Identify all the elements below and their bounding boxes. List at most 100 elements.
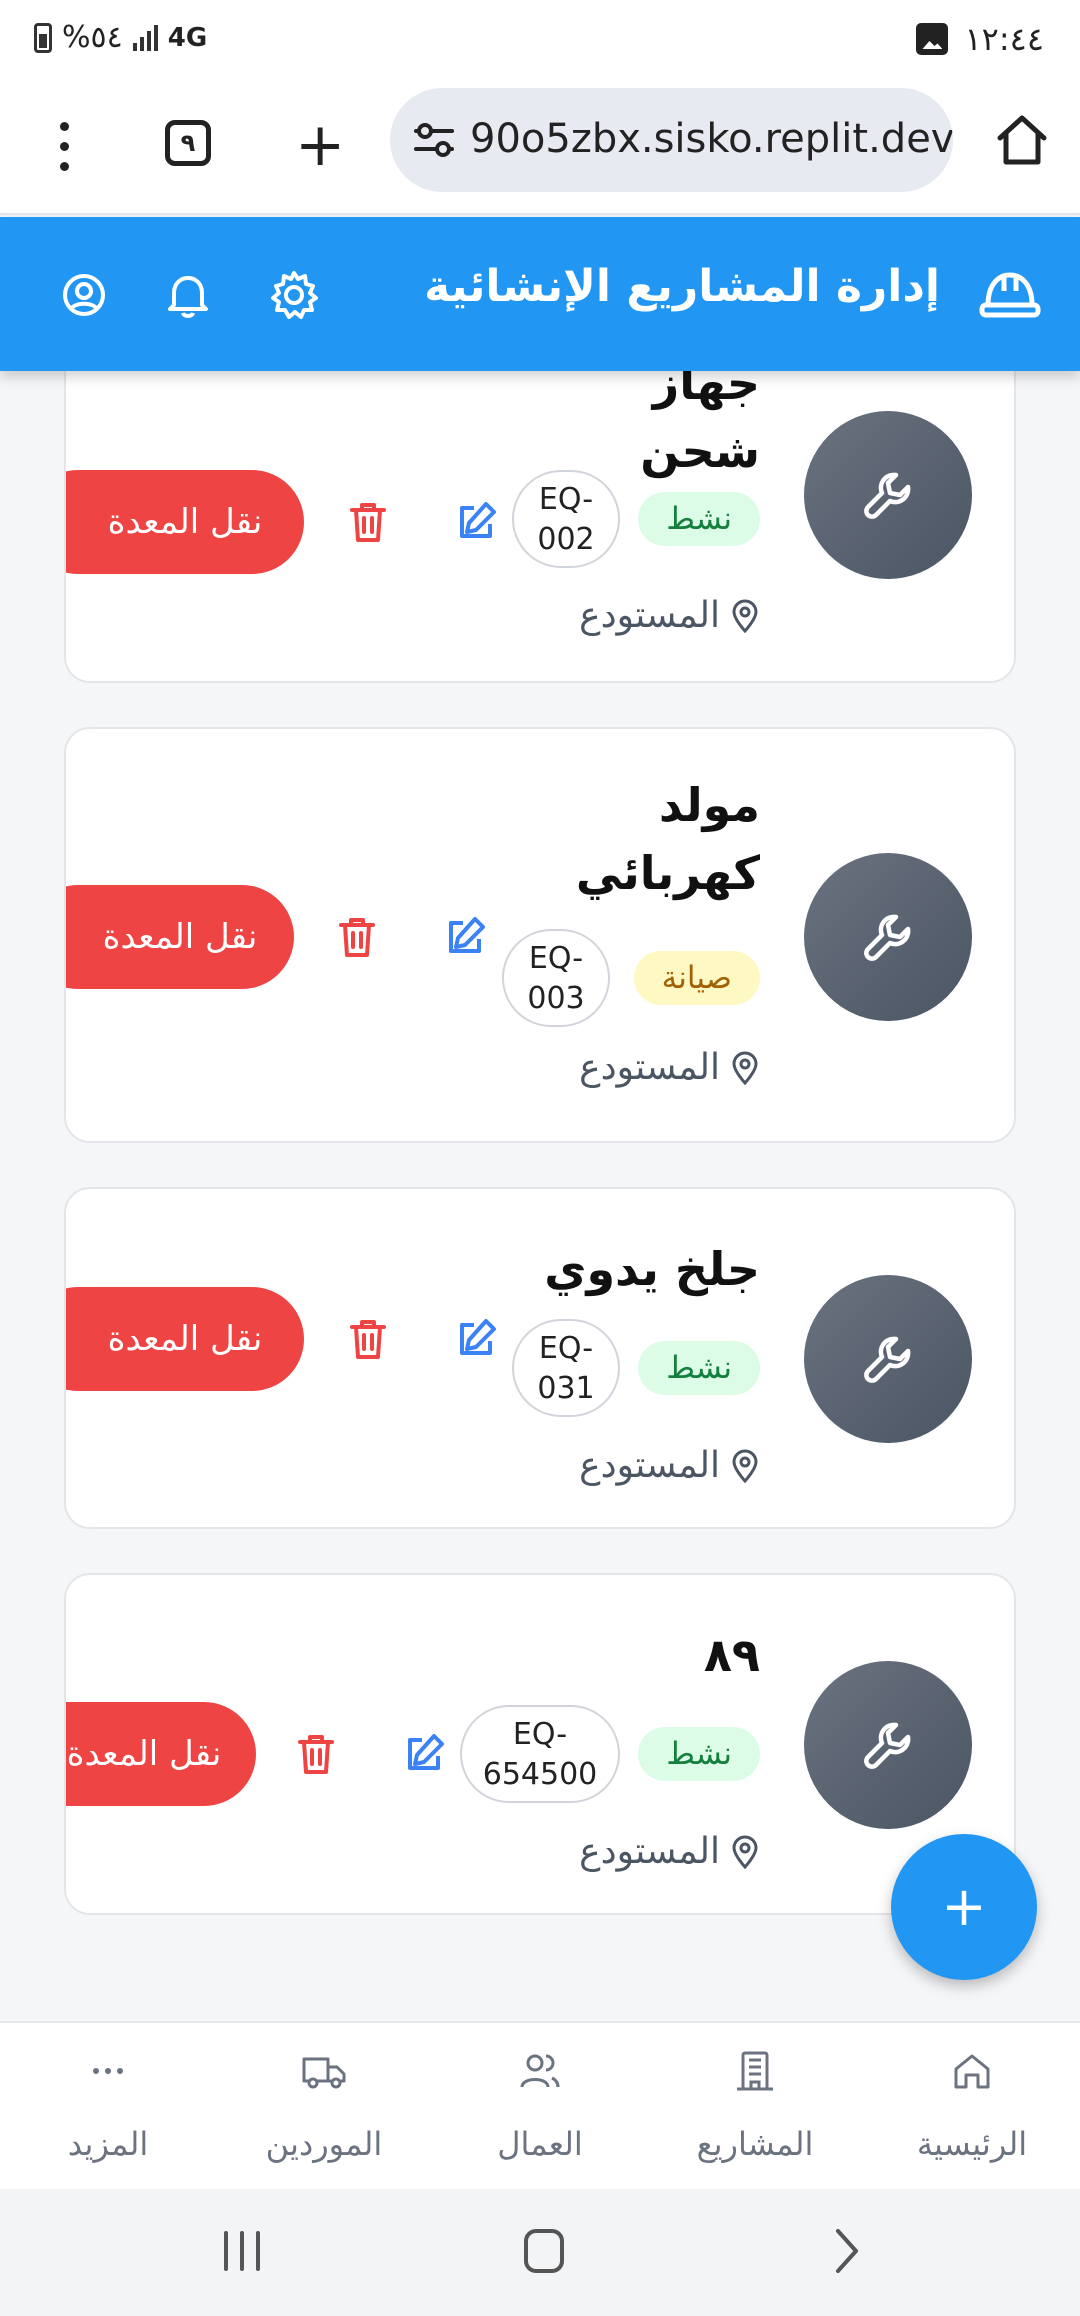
- wrench-icon: [864, 472, 911, 519]
- code-number: 031: [537, 1371, 595, 1406]
- gallery-icon: [916, 23, 949, 55]
- code-number: 654500: [482, 1757, 598, 1792]
- equipment-card: ٨٩ نشط EQ- 654500 نقل المعدة المستودع: [64, 1573, 1016, 1915]
- code-prefix: EQ-: [538, 1331, 594, 1366]
- account-icon[interactable]: [54, 265, 114, 325]
- site-settings-icon[interactable]: [412, 118, 456, 162]
- equipment-card: جهاز شحن نشط EQ- 002 نقل المعدة المستودع: [64, 371, 1016, 683]
- browser-toolbar: ٩ + 90o5zbx.sisko.replit.dev: [0, 80, 1080, 215]
- new-tab-button[interactable]: +: [295, 110, 345, 180]
- location-text: المستودع: [579, 1445, 720, 1486]
- edit-icon[interactable]: [441, 913, 489, 961]
- status-badge: صيانة: [633, 951, 760, 1005]
- equipment-name: ٨٩: [704, 1621, 760, 1689]
- equipment-code: EQ- 003: [502, 929, 610, 1027]
- edit-icon[interactable]: [452, 1315, 500, 1363]
- trash-icon[interactable]: [292, 1730, 340, 1778]
- map-pin-icon: [732, 1449, 758, 1483]
- equipment-card: مولد كهربائي صيانة EQ- 003 نقل المعدة ال…: [64, 727, 1016, 1143]
- bottom-navigation: الرئيسية المشاريع العمال الموردين المزيد: [0, 2021, 1080, 2189]
- status-bar: %٥٤ 4G ١٢:٤٤: [0, 0, 1080, 80]
- more-icon: [93, 2068, 123, 2074]
- equipment-name-line: جلخ يدوي: [544, 1242, 760, 1296]
- code-prefix: EQ-: [528, 941, 584, 976]
- equipment-name-line: شحن: [640, 424, 760, 478]
- tab-switcher-button[interactable]: ٩: [165, 120, 211, 166]
- trash-icon[interactable]: [344, 1315, 392, 1363]
- equipment-card: جلخ يدوي نشط EQ- 031 نقل المعدة المستودع: [64, 1187, 1016, 1529]
- equipment-avatar: [804, 411, 972, 579]
- add-equipment-button[interactable]: +: [891, 1834, 1037, 1980]
- equipment-code: EQ- 002: [512, 470, 620, 568]
- map-pin-icon: [732, 1835, 758, 1869]
- nav-label: الموردين: [265, 2125, 383, 2163]
- address-bar[interactable]: 90o5zbx.sisko.replit.dev: [390, 88, 953, 192]
- recent-apps-icon[interactable]: [202, 2219, 282, 2283]
- status-left: %٥٤ 4G: [34, 20, 207, 55]
- home-icon: [954, 2054, 990, 2089]
- equipment-code: EQ- 031: [512, 1319, 620, 1417]
- location: المستودع: [579, 595, 760, 636]
- nav-item-home[interactable]: الرئيسية: [872, 2043, 1072, 2183]
- clock: ١٢:٤٤: [964, 20, 1044, 58]
- nav-label: الرئيسية: [916, 2125, 1028, 2163]
- home-icon[interactable]: [992, 110, 1052, 170]
- nav-item-more[interactable]: المزيد: [8, 2043, 208, 2183]
- equipment-name: مولد كهربائي: [576, 771, 760, 907]
- nav-item-projects[interactable]: المشاريع: [655, 2043, 855, 2183]
- equipment-name-line: مولد: [658, 778, 760, 832]
- users-icon: [520, 2054, 560, 2088]
- bell-icon[interactable]: [158, 265, 218, 325]
- status-badge: نشط: [638, 492, 760, 546]
- wrench-icon: [864, 1722, 911, 1769]
- location-text: المستودع: [579, 1831, 720, 1872]
- wrench-icon: [864, 914, 911, 961]
- equipment-avatar: [804, 1661, 972, 1829]
- code-number: 002: [537, 522, 595, 557]
- nav-label: المزيد: [67, 2125, 149, 2163]
- equipment-name-line: كهربائي: [575, 846, 760, 900]
- equipment-list[interactable]: جهاز شحن نشط EQ- 002 نقل المعدة المستودع…: [0, 371, 1080, 2021]
- app-header: إدارة المشاريع الإنشائية: [0, 217, 1080, 371]
- equipment-code: EQ- 654500: [460, 1705, 620, 1803]
- nav-label: العمال: [497, 2125, 583, 2163]
- map-pin-icon: [732, 599, 758, 633]
- location: المستودع: [579, 1831, 760, 1872]
- trash-icon[interactable]: [333, 913, 381, 961]
- settings-icon[interactable]: [264, 265, 324, 325]
- nav-item-workers[interactable]: العمال: [440, 2043, 640, 2183]
- nav-label: المشاريع: [696, 2125, 814, 2163]
- truck-icon: [302, 2057, 346, 2089]
- edit-icon[interactable]: [452, 498, 500, 546]
- status-badge: نشط: [638, 1727, 760, 1781]
- home-nav-icon[interactable]: [504, 2219, 584, 2283]
- edit-icon[interactable]: [400, 1730, 448, 1778]
- url-text: 90o5zbx.sisko.replit.dev: [470, 116, 953, 162]
- trash-icon[interactable]: [344, 498, 392, 546]
- equipment-name-line: جهاز: [652, 371, 760, 410]
- nav-item-suppliers[interactable]: الموردين: [224, 2043, 424, 2183]
- move-equipment-button[interactable]: نقل المعدة: [66, 1287, 304, 1391]
- more-vert-icon[interactable]: [44, 116, 84, 176]
- move-equipment-button[interactable]: نقل المعدة: [66, 1702, 256, 1806]
- code-prefix: EQ-: [512, 1717, 568, 1752]
- code-prefix: EQ-: [538, 482, 594, 517]
- move-equipment-button[interactable]: نقل المعدة: [66, 885, 294, 989]
- equipment-avatar: [804, 1275, 972, 1443]
- code-number: 003: [527, 981, 585, 1016]
- back-icon[interactable]: [806, 2219, 886, 2283]
- map-pin-icon: [732, 1051, 758, 1085]
- move-equipment-button[interactable]: نقل المعدة: [66, 470, 304, 574]
- battery-level: %٥٤: [62, 20, 123, 55]
- location: المستودع: [579, 1047, 760, 1088]
- equipment-avatar: [804, 853, 972, 1021]
- wrench-icon: [864, 1336, 911, 1383]
- signal-icon: [132, 24, 158, 51]
- page-title: إدارة المشاريع الإنشائية: [424, 261, 940, 312]
- equipment-name: جلخ يدوي: [544, 1235, 760, 1303]
- system-navigation-bar: [0, 2189, 1080, 2316]
- network-type: 4G: [167, 22, 208, 53]
- status-right: ١٢:٤٤: [916, 20, 1044, 58]
- helmet-icon: [979, 272, 1041, 318]
- battery-icon: [34, 22, 52, 53]
